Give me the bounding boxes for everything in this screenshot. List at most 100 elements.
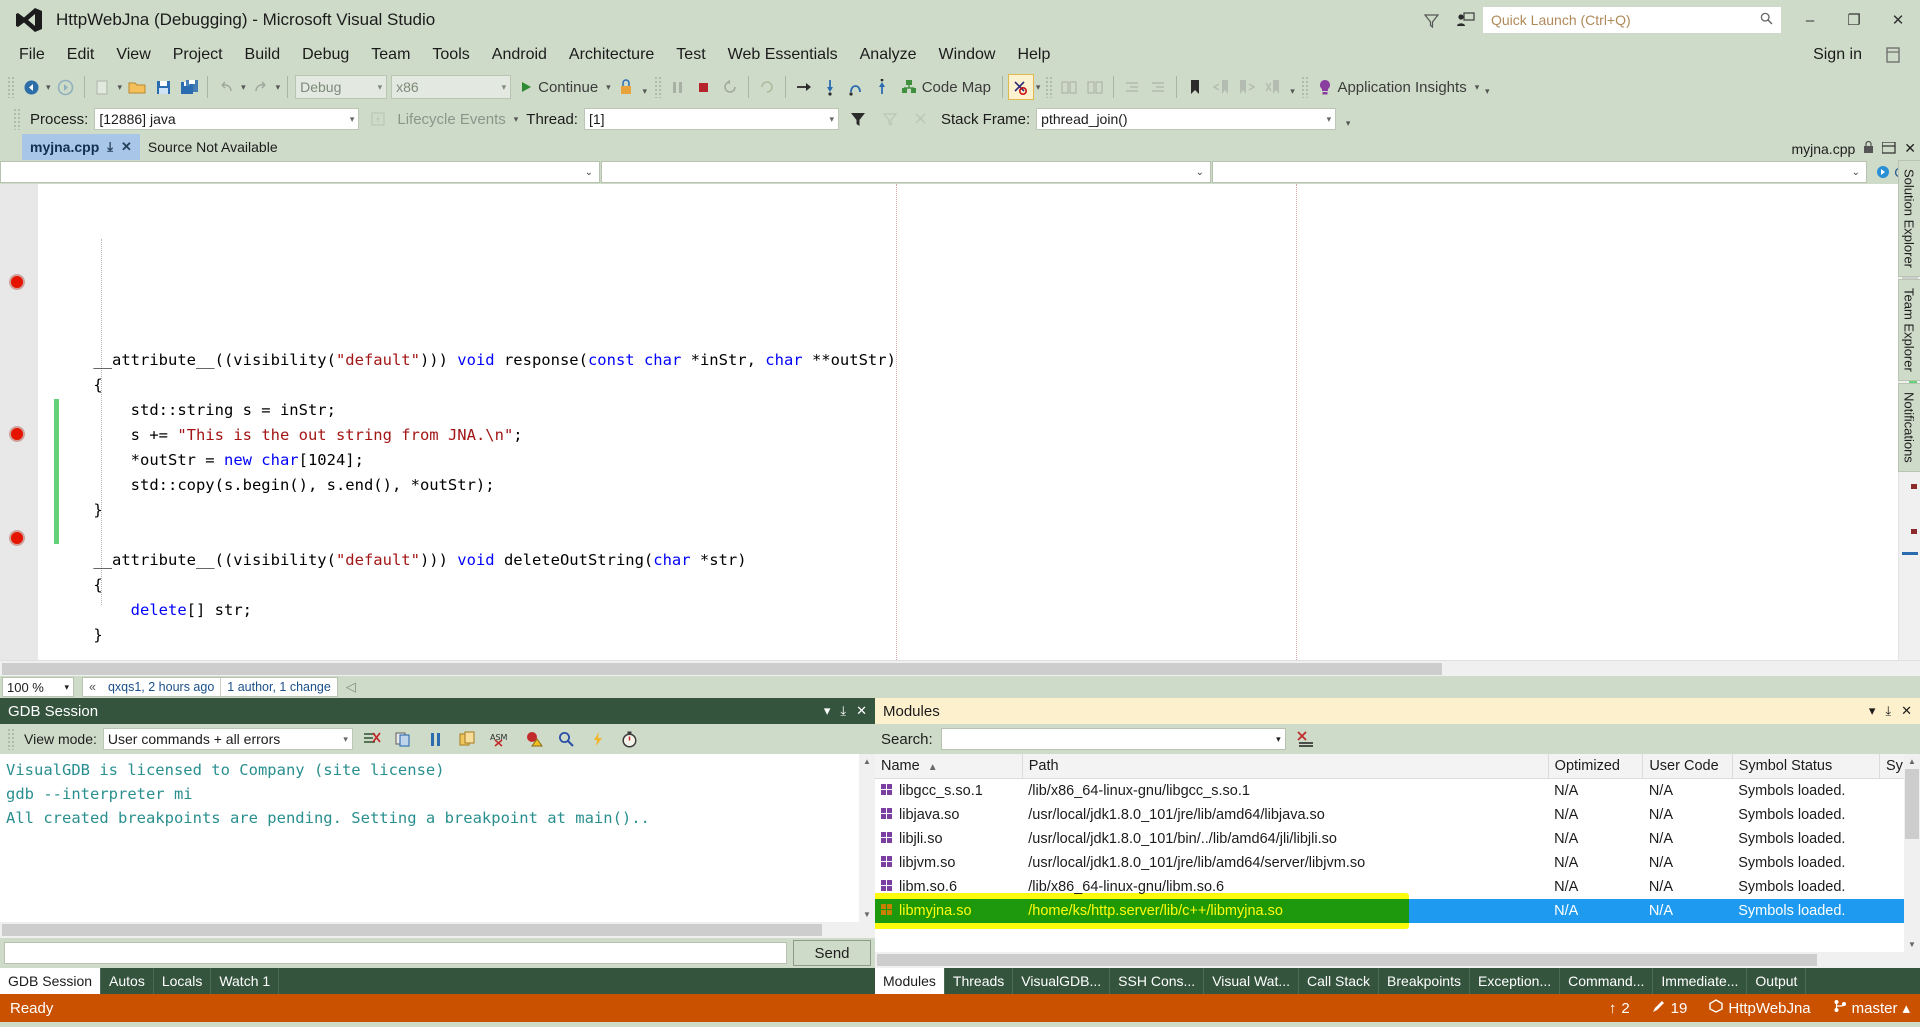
close-icon[interactable]: ✕ xyxy=(856,703,867,719)
solution-indicator[interactable]: HttpWebJna xyxy=(1709,999,1811,1017)
decrease-indent-icon[interactable] xyxy=(1119,74,1145,100)
tab-watch-1[interactable]: Watch 1 xyxy=(211,968,280,994)
table-row[interactable]: libjli.so/usr/local/jdk1.8.0_101/bin/../… xyxy=(875,827,1920,851)
gdb-toolbar-grip[interactable] xyxy=(7,728,15,750)
gdb-command-input[interactable] xyxy=(4,942,787,964)
debugbar-grip[interactable] xyxy=(13,108,21,130)
editor-horizontal-scrollbar[interactable] xyxy=(0,660,1920,676)
lifecycle-dropdown[interactable]: ▾ xyxy=(512,114,521,125)
toolbar-overflow-icon-2[interactable]: ▾ xyxy=(1286,75,1298,99)
code-lens-annotation[interactable]: « qxqs1, 2 hours ago 1 author, 1 change xyxy=(82,677,338,697)
minimize-button[interactable]: – xyxy=(1788,0,1832,40)
process-combo[interactable]: [12886] java ▾ xyxy=(94,108,360,130)
tab-autos[interactable]: Autos xyxy=(101,968,154,994)
close-icon[interactable]: ✕ xyxy=(121,139,132,155)
menu-edit[interactable]: Edit xyxy=(56,43,106,67)
menu-window[interactable]: Window xyxy=(928,43,1007,67)
menu-project[interactable]: Project xyxy=(162,43,234,67)
close-button[interactable]: ✕ xyxy=(1876,0,1920,40)
gdb-output-area[interactable]: VisualGDB is licensed to Company (site l… xyxy=(0,754,875,938)
tab-gdb-session[interactable]: GDB Session xyxy=(0,968,102,994)
code-text[interactable]: __attribute__((visibility("default"))) v… xyxy=(38,184,1898,660)
filter-threads-icon[interactable] xyxy=(845,106,871,132)
copy-all-icon[interactable] xyxy=(455,726,481,752)
stack-frame-combo[interactable]: pthread_join() ▾ xyxy=(1036,108,1337,130)
column-header-symbol-status[interactable]: Symbol Status xyxy=(1732,754,1880,779)
menu-team[interactable]: Team xyxy=(360,43,421,67)
step-out-curve-icon[interactable] xyxy=(843,74,869,100)
increase-indent-icon[interactable] xyxy=(1145,74,1171,100)
continue-button[interactable]: Continue xyxy=(513,74,604,100)
save-all-icon[interactable] xyxy=(176,74,202,100)
comment-selection-icon[interactable] xyxy=(1056,74,1082,100)
scrollbar-thumb[interactable] xyxy=(1905,769,1919,839)
next-bookmark-icon[interactable] xyxy=(1234,74,1260,100)
menu-file[interactable]: File xyxy=(8,43,56,67)
navigate-backward-icon[interactable] xyxy=(18,74,44,100)
sign-in-link[interactable]: Sign in xyxy=(1813,46,1862,64)
search-output-icon[interactable] xyxy=(553,726,579,752)
stack-frame-icon[interactable] xyxy=(909,106,935,132)
previous-bookmark-icon[interactable] xyxy=(1208,74,1234,100)
open-file-icon[interactable] xyxy=(124,74,150,100)
side-tab-notifications[interactable]: Notifications xyxy=(1897,382,1920,472)
code-map-button[interactable]: Code Map xyxy=(895,74,997,100)
clear-bookmarks-icon[interactable] xyxy=(1260,74,1286,100)
pane-menu-icon[interactable]: ▾ xyxy=(1869,703,1876,719)
menu-tools[interactable]: Tools xyxy=(421,43,480,67)
toolbar-overflow-icon-3[interactable]: ▾ xyxy=(1481,75,1493,99)
pin-icon[interactable]: ⤓ xyxy=(840,703,846,719)
quick-launch-input[interactable]: Quick Launch (Ctrl+Q) xyxy=(1482,6,1782,34)
stopwatch-icon[interactable] xyxy=(617,726,643,752)
menu-web-essentials[interactable]: Web Essentials xyxy=(717,43,849,67)
bottom-tab-exception[interactable]: Exception... xyxy=(1470,968,1561,994)
bottom-tab-modules[interactable]: Modules xyxy=(875,968,945,994)
branch-indicator[interactable]: master ▴ xyxy=(1833,999,1910,1017)
scroll-down-arrow-icon[interactable]: ▼ xyxy=(859,907,875,922)
table-row[interactable]: libm.so.6/lib/x86_64-linux-gnu/libm.so.6… xyxy=(875,875,1920,899)
table-row[interactable]: libjvm.so/usr/local/jdk1.8.0_101/jre/lib… xyxy=(875,851,1920,875)
close-document-icon[interactable]: ✕ xyxy=(1904,140,1916,157)
toolbar-grip-3[interactable] xyxy=(1045,76,1054,98)
navbar-member-combo[interactable]: ⌄ xyxy=(1212,161,1867,183)
breakpoint-marker[interactable] xyxy=(9,426,25,442)
clear-output-icon[interactable] xyxy=(359,726,385,752)
pause-output-icon[interactable] xyxy=(423,726,449,752)
codelens-changes[interactable]: 1 author, 1 change xyxy=(221,680,337,694)
modules-search-input[interactable]: ▾ xyxy=(940,728,1286,750)
step-out-icon[interactable] xyxy=(869,74,895,100)
table-row[interactable]: libgcc_s.so.1/lib/x86_64-linux-gnu/libgc… xyxy=(875,779,1920,803)
step-into-icon[interactable] xyxy=(817,74,843,100)
unsaved-changes-indicator[interactable]: 19 xyxy=(1652,999,1687,1017)
codelens-collapse-icon[interactable]: ◁ xyxy=(346,679,356,695)
send-feedback-icon[interactable] xyxy=(1448,5,1482,35)
column-header-name[interactable]: Name ▲ xyxy=(875,754,1023,779)
table-row[interactable]: libmyjna.so/home/ks/http.server/lib/c++/… xyxy=(875,898,1920,923)
stop-debugging-icon[interactable] xyxy=(691,74,717,100)
show-next-statement-icon[interactable] xyxy=(754,74,780,100)
menu-test[interactable]: Test xyxy=(665,43,716,67)
scroll-up-arrow-icon[interactable]: ▲ xyxy=(859,754,875,769)
flash-icon[interactable] xyxy=(585,726,611,752)
tab-locals[interactable]: Locals xyxy=(154,968,212,994)
pin-icon[interactable]: ⤓ xyxy=(1885,703,1891,719)
disassembly-icon[interactable]: ASM xyxy=(487,726,515,752)
breakpoint-warning-icon[interactable] xyxy=(521,726,547,752)
filter-icon[interactable] xyxy=(1414,5,1448,35)
copy-output-icon[interactable] xyxy=(391,726,417,752)
hscroll-thumb[interactable] xyxy=(877,954,1817,966)
bottom-tab-visual-wat[interactable]: Visual Wat... xyxy=(1204,968,1300,994)
new-project-dropdown[interactable]: ▾ xyxy=(116,82,125,93)
hscroll-thumb[interactable] xyxy=(2,662,1442,675)
codelens-author[interactable]: qxqs1, 2 hours ago xyxy=(102,680,220,694)
solution-platform-combo[interactable]: x86 ▾ xyxy=(391,75,512,99)
breakpoint-dropdown[interactable]: ▾ xyxy=(1034,82,1043,93)
column-header-optimized[interactable]: Optimized xyxy=(1548,754,1644,779)
menu-architecture[interactable]: Architecture xyxy=(558,43,665,67)
menu-build[interactable]: Build xyxy=(234,43,292,67)
scroll-up-arrow-icon[interactable]: ▲ xyxy=(1904,754,1920,769)
scroll-down-arrow-icon[interactable]: ▼ xyxy=(1904,937,1920,952)
bottom-tab-call-stack[interactable]: Call Stack xyxy=(1299,968,1380,994)
toolbar-grip-2[interactable] xyxy=(653,76,662,98)
gdb-vertical-scrollbar[interactable]: ▲ ▼ xyxy=(859,754,875,922)
